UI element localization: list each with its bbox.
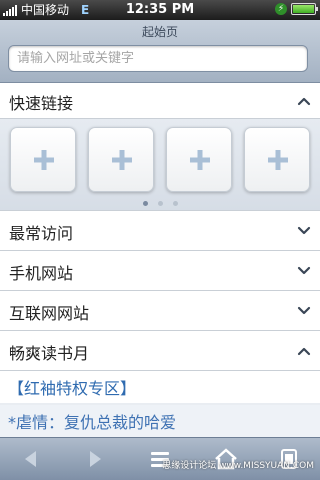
- bottom-toolbar: 思缘设计论坛 www.MISSYUAN.COM: [0, 437, 320, 480]
- section-mobile-sites[interactable]: 手机网站: [0, 251, 320, 291]
- status-bar: 中国移动 E 12:35 PM ⚡: [0, 0, 320, 20]
- chevron-down-icon[interactable]: [296, 303, 312, 319]
- page-dot: [142, 201, 148, 206]
- section-label: 畅爽读书月: [9, 344, 90, 363]
- page-indicator[interactable]: [0, 201, 320, 206]
- add-quick-link-1[interactable]: [10, 127, 76, 192]
- plus-icon: [34, 150, 54, 170]
- header: 起始页: [0, 20, 320, 83]
- chevron-up-icon[interactable]: [296, 343, 312, 359]
- section-frequent[interactable]: 最常访问: [0, 211, 320, 251]
- page-title: 起始页: [141, 25, 178, 39]
- list-item-link[interactable]: 【红袖特权专区】: [8, 375, 136, 399]
- section-label: 互联网网站: [9, 304, 90, 323]
- plus-icon: [112, 150, 132, 170]
- add-quick-link-4[interactable]: [244, 127, 310, 192]
- section-reading-month[interactable]: 畅爽读书月: [0, 331, 320, 371]
- list-item[interactable]: 【红袖特权专区】: [0, 371, 320, 403]
- list-item-link[interactable]: *虐情：复仇总裁的哈爱: [8, 409, 176, 433]
- section-label: 手机网站: [9, 264, 74, 283]
- chevron-up-icon[interactable]: [296, 93, 312, 109]
- status-right: ⚡: [275, 3, 318, 15]
- list-item[interactable]: *虐情：复仇总裁的哈爱: [0, 405, 320, 437]
- page-dot: [172, 201, 178, 206]
- section-label: 最常访问: [9, 224, 74, 243]
- charging-icon: ⚡: [275, 3, 287, 15]
- page-dot: [157, 201, 163, 206]
- back-arrow-icon[interactable]: [18, 446, 44, 472]
- section-internet-sites[interactable]: 互联网网站: [0, 291, 320, 331]
- watermark: 思缘设计论坛 www.MISSYUAN.COM: [162, 461, 314, 471]
- search-box[interactable]: [8, 45, 308, 72]
- section-quick-links[interactable]: 快速链接: [0, 83, 320, 119]
- add-quick-link-2[interactable]: [88, 127, 154, 192]
- plus-icon: [268, 150, 288, 170]
- chevron-down-icon[interactable]: [296, 263, 312, 279]
- section-label: 快速链接: [9, 94, 74, 113]
- battery-icon: [291, 3, 318, 15]
- clock: 12:35 PM: [125, 2, 195, 17]
- quick-links-panel: [0, 119, 320, 211]
- chevron-down-icon[interactable]: [296, 223, 312, 239]
- add-quick-link-3[interactable]: [166, 127, 232, 192]
- forward-arrow-icon[interactable]: [82, 446, 108, 472]
- plus-icon: [190, 150, 210, 170]
- search-input[interactable]: [9, 46, 307, 71]
